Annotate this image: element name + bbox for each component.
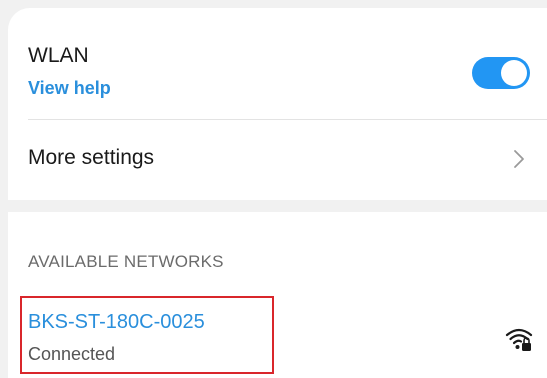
available-networks-header: AVAILABLE NETWORKS (28, 252, 224, 271)
toggle-knob (501, 60, 527, 86)
wlan-settings-screen: WLAN View help More settings AVAILABLE N… (0, 0, 547, 378)
view-help-link[interactable]: View help (28, 78, 111, 99)
divider (28, 119, 547, 120)
wlan-title: WLAN (28, 44, 89, 67)
wifi-locked-icon (505, 328, 533, 351)
wlan-toggle[interactable] (472, 57, 530, 89)
network-status: Connected (28, 344, 116, 364)
more-settings-label[interactable]: More settings (28, 146, 154, 170)
chevron-right-icon[interactable] (512, 148, 526, 170)
section-gap (8, 200, 547, 212)
network-name[interactable]: BKS-ST-180C-0025 (28, 311, 205, 334)
wlan-settings-card (8, 8, 547, 208)
